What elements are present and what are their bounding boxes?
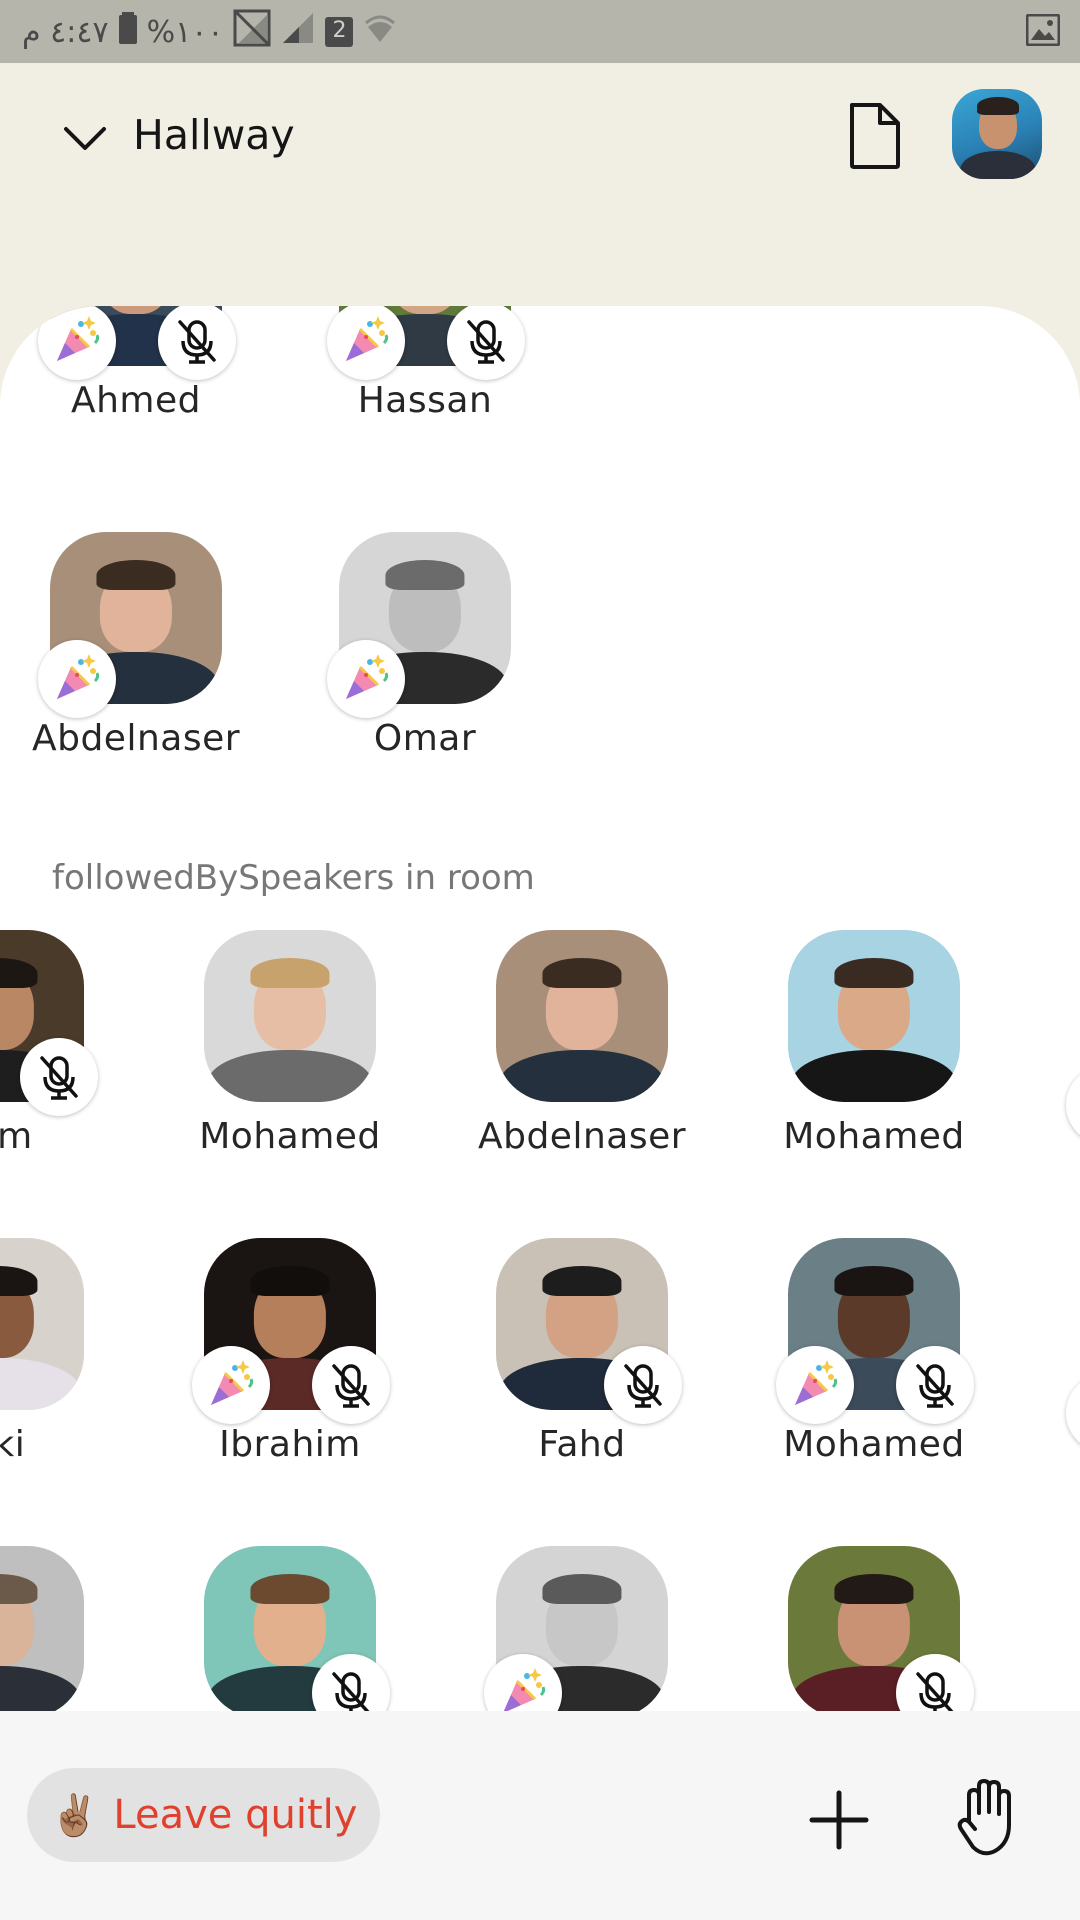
party-icon (327, 306, 405, 380)
mic-off-icon (20, 1038, 98, 1116)
sim-icon: 2 (325, 17, 354, 47)
my-avatar[interactable] (952, 89, 1042, 179)
mic-off-icon (896, 1346, 974, 1424)
room-sheet: followedBySpeakers in room Ahmed Hassan Ab… (0, 306, 1080, 1711)
user-name: Hassan (357, 380, 493, 421)
party-icon (38, 640, 116, 718)
party-icon (38, 306, 116, 380)
user-name: Abdelnaser (477, 1116, 687, 1157)
party-icon (192, 1346, 270, 1424)
battery-icon (118, 12, 137, 52)
user-name: Ahmed (70, 380, 201, 421)
status-bar: ٤:٤٧ م %١٠٠ 2 (0, 0, 1080, 63)
battery-level: %١٠٠ (146, 14, 224, 50)
leave-quietly-button[interactable]: ✌🏽 Leave quitly (27, 1768, 380, 1862)
wifi-icon (363, 11, 397, 53)
party-icon (776, 1346, 854, 1424)
user-name: Abdelnaser (31, 718, 241, 759)
user-name: aki (0, 1424, 26, 1465)
user-name: Mohamed (199, 1116, 381, 1157)
user-name: Fahd (538, 1424, 626, 1465)
mic-off-icon (158, 306, 236, 380)
raise-hand-icon[interactable] (955, 1777, 1021, 1857)
followed-section-title: followedBySpeakers in room (52, 858, 535, 898)
user-avatar[interactable] (204, 930, 376, 1102)
document-icon[interactable] (846, 101, 902, 171)
mic-off-icon (604, 1346, 682, 1424)
offscreen-user-badge (1066, 1066, 1080, 1144)
mic-off-icon (447, 306, 525, 380)
user-name: Ibrahim (219, 1424, 361, 1465)
user-name: him (0, 1116, 33, 1157)
user-name: Mohamed (783, 1424, 965, 1465)
status-left: ٤:٤٧ م %١٠٠ 2 (22, 9, 397, 55)
user-avatar[interactable] (0, 1238, 84, 1410)
bottom-bar: ✌🏽 Leave quitly (0, 1711, 1080, 1920)
user-avatar[interactable] (496, 930, 668, 1102)
signal-icon (281, 11, 315, 53)
mic-off-icon (312, 1346, 390, 1424)
add-icon[interactable] (806, 1787, 872, 1853)
room-title[interactable]: Hallway (133, 111, 295, 159)
user-avatar[interactable] (788, 930, 960, 1102)
clock: ٤:٤٧ م (22, 14, 109, 50)
room-header: Hallway (0, 63, 1080, 308)
party-icon (327, 640, 405, 718)
no-signal-icon (233, 9, 271, 55)
peace-hand-emoji: ✌🏽 (49, 1792, 100, 1839)
gallery-icon (1025, 13, 1061, 50)
offscreen-user-badge (1066, 1374, 1080, 1452)
user-name: Mohamed (783, 1116, 965, 1157)
leave-label: Leave quitly (113, 1792, 358, 1838)
collapse-chevron-icon[interactable] (62, 115, 108, 161)
user-name: Omar (373, 718, 477, 759)
user-avatar[interactable] (0, 1546, 84, 1711)
